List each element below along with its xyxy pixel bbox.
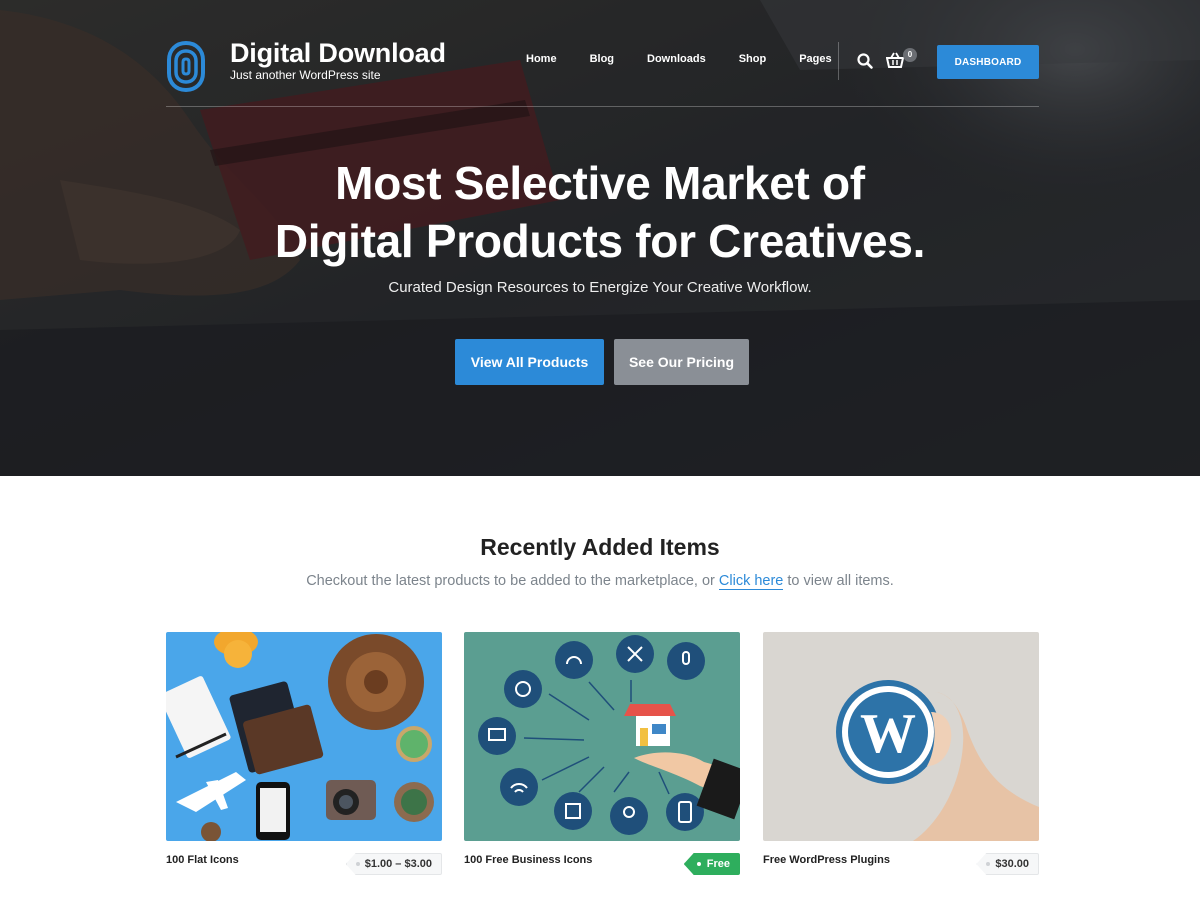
search-icon[interactable]	[856, 52, 874, 70]
hero-subtitle: Curated Design Resources to Energize You…	[388, 279, 812, 296]
flat-icons-image	[166, 632, 442, 841]
nav-item-downloads[interactable]: Downloads	[647, 53, 706, 65]
product-thumbnail[interactable]: W	[763, 632, 1039, 841]
product-thumbnail[interactable]	[464, 632, 740, 841]
recent-subtitle-after: to view all items.	[783, 573, 894, 589]
price-tag: $1.00 – $3.00	[345, 853, 442, 875]
hero-title-line-1: Most Selective Market of	[335, 157, 865, 209]
product-title[interactable]: 100 Free Business Icons	[464, 854, 592, 866]
nav-item-blog[interactable]: Blog	[590, 53, 614, 65]
see-pricing-button[interactable]: See Our Pricing	[614, 339, 749, 385]
click-here-link[interactable]: Click here	[718, 573, 784, 590]
main-navigation: Home Blog Downloads Shop Pages	[508, 53, 832, 65]
header-divider	[166, 106, 1039, 107]
hero-section: Digital Download Just another WordPress …	[0, 0, 1200, 476]
nav-item-pages[interactable]: Pages	[799, 53, 831, 65]
price-tag-free: Free	[683, 853, 740, 875]
product-title[interactable]: Free WordPress Plugins	[763, 854, 890, 866]
price-tag: $30.00	[976, 853, 1039, 875]
dashboard-button[interactable]: DASHBOARD	[937, 45, 1039, 79]
hero-title: Most Selective Market of Digital Product…	[0, 154, 1200, 270]
product-thumbnail[interactable]	[166, 632, 442, 841]
cart-count-badge: 0	[903, 48, 917, 62]
recent-items-subtitle: Checkout the latest products to be added…	[0, 573, 1200, 590]
nav-divider	[838, 42, 839, 80]
product-card: 100 Free Business Icons Free	[464, 632, 740, 875]
site-tagline: Just another WordPress site	[230, 68, 381, 82]
hero-buttons: View All Products See Our Pricing	[455, 339, 749, 385]
site-title[interactable]: Digital Download	[230, 36, 446, 70]
wordpress-plugins-image: W	[763, 632, 1039, 841]
product-title[interactable]: 100 Flat Icons	[166, 854, 239, 866]
product-card: W Free WordPress Plugins $30.00	[763, 632, 1039, 875]
brand[interactable]: Digital Download Just another WordPress …	[166, 36, 446, 92]
business-icons-image	[464, 632, 740, 841]
view-all-products-button[interactable]: View All Products	[455, 339, 604, 385]
hero-title-line-2: Digital Products for Creatives.	[274, 215, 926, 267]
fingerprint-logo-icon	[167, 40, 205, 92]
nav-item-home[interactable]: Home	[526, 53, 557, 65]
product-card: 100 Flat Icons $1.00 – $3.00	[166, 632, 442, 875]
recent-items-title: Recently Added Items	[480, 534, 720, 560]
nav-item-shop[interactable]: Shop	[739, 53, 767, 65]
cart-button[interactable]: 0	[886, 48, 920, 70]
site-header: Digital Download Just another WordPress …	[166, 36, 1039, 108]
cart-icon	[886, 52, 904, 68]
recent-subtitle-before: Checkout the latest products to be added…	[306, 573, 719, 589]
svg-text:W: W	[860, 703, 916, 765]
